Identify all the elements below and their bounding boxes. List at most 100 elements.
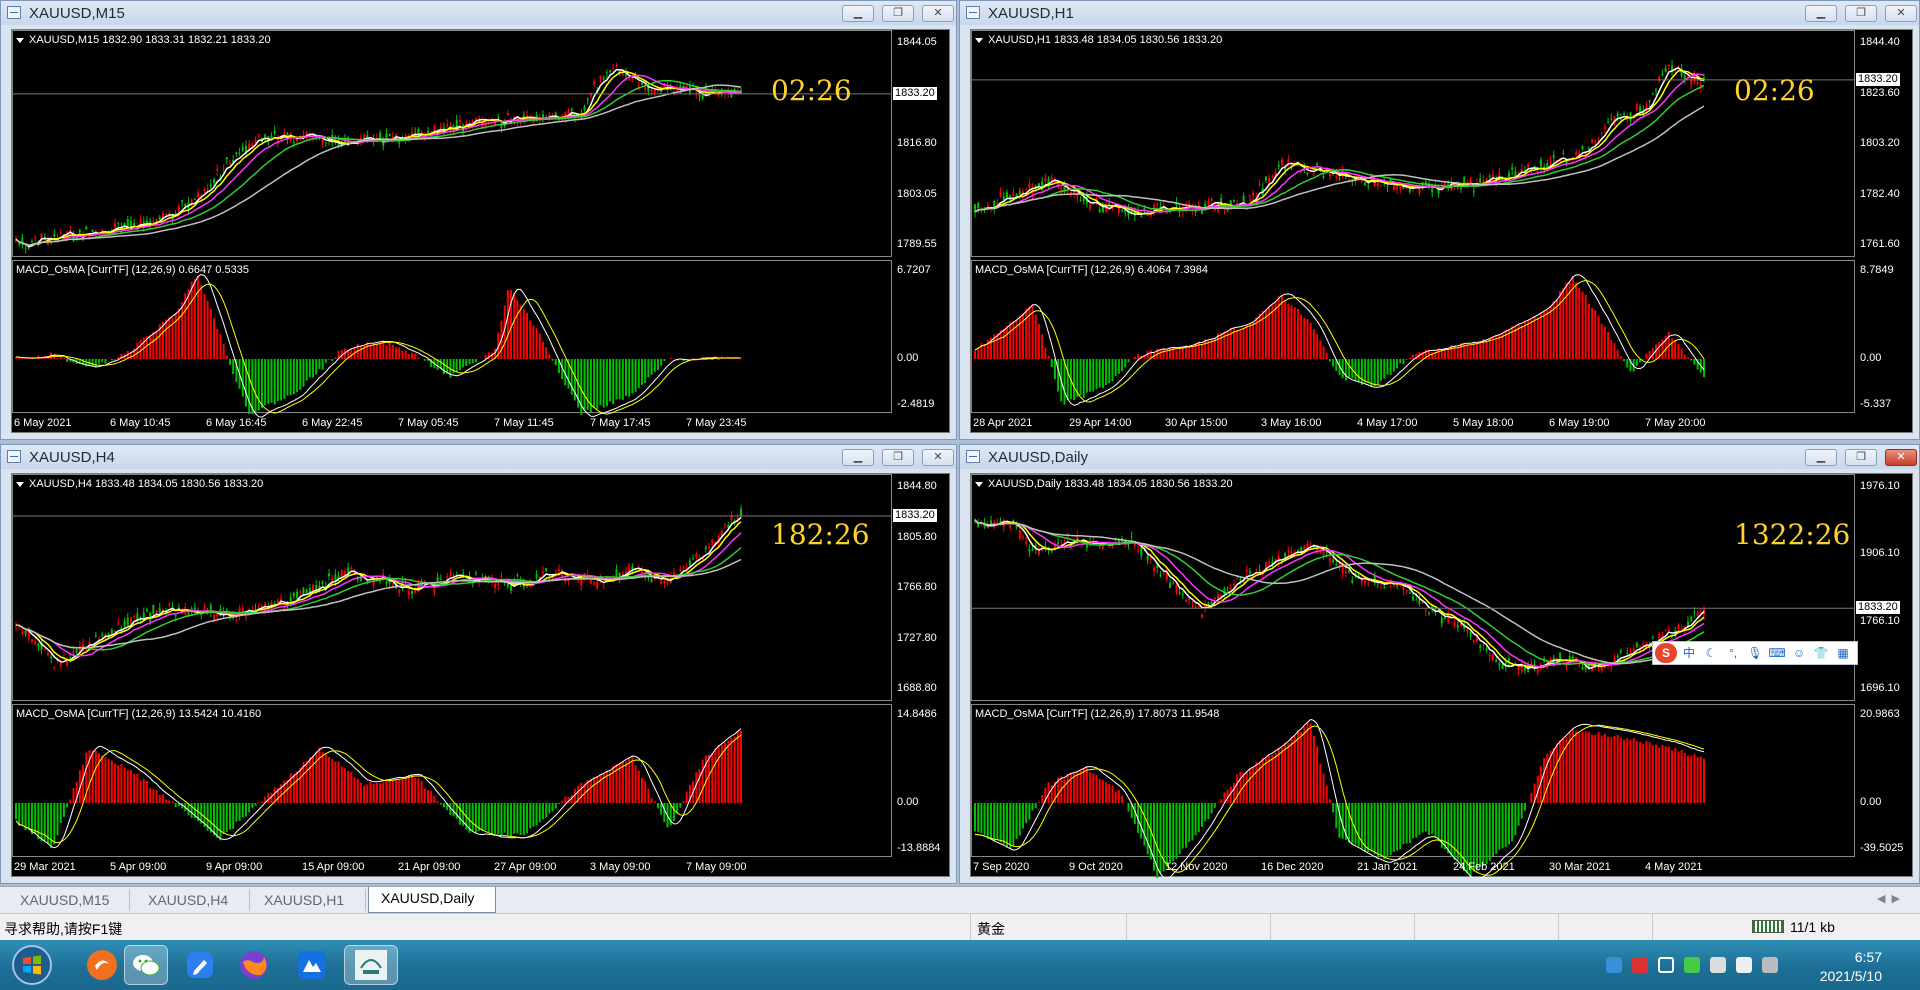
- close-button[interactable]: ✕: [922, 449, 954, 466]
- candle-body: [1021, 536, 1024, 538]
- maximize-button[interactable]: ❐: [1845, 449, 1877, 466]
- macd-histogram-bar: [980, 803, 983, 834]
- candle-body: [216, 168, 219, 171]
- window-titlebar[interactable]: XAUUSD,M15 ▁ ❐ ✕: [1, 1, 956, 25]
- window-titlebar[interactable]: XAUUSD,H1 ▁ ❐ ✕: [960, 1, 1919, 25]
- macd-histogram-bar: [1089, 359, 1092, 392]
- candle-body: [238, 152, 241, 154]
- taskbar-firefox[interactable]: [232, 945, 276, 985]
- macd-histogram-bar: [548, 354, 551, 359]
- taskbar-clock[interactable]: 6:57 2021/5/10: [1820, 948, 1882, 986]
- price-axis-label: 1816.80: [897, 137, 937, 149]
- keyboard-icon[interactable]: ⌨: [1767, 643, 1787, 663]
- chart-window-h1[interactable]: XAUUSD,H1 ▁ ❐ ✕ XAUUSD,H1 1833.48 1834.05…: [959, 0, 1920, 440]
- candle-body: [1169, 582, 1172, 588]
- candle-body: [296, 591, 299, 598]
- candle-body: [248, 143, 251, 150]
- macd-histogram-bar: [347, 770, 350, 803]
- tab-xauusd-m15[interactable]: XAUUSD,M15: [8, 889, 130, 911]
- chart-window-h4[interactable]: XAUUSD,H4 ▁ ❐ ✕ XAUUSD,H4 1833.48 1834.05…: [0, 444, 957, 884]
- collapse-arrow-icon[interactable]: [16, 481, 24, 487]
- candle-body: [152, 604, 155, 614]
- tab-xauusd-h1[interactable]: XAUUSD,H1: [252, 889, 366, 911]
- tray-app-icon[interactable]: [1606, 957, 1622, 973]
- collapse-arrow-icon[interactable]: [16, 37, 24, 43]
- chart-area[interactable]: XAUUSD,Daily 1833.48 1834.05 1830.56 183…: [970, 473, 1913, 878]
- macd-histogram-bar: [1018, 803, 1021, 836]
- window-titlebar[interactable]: XAUUSD,H4 ▁ ❐ ✕: [1, 445, 956, 469]
- macd-histogram-bar: [1226, 332, 1229, 359]
- tray-keyboard-icon[interactable]: [1762, 957, 1778, 973]
- chart-area[interactable]: XAUUSD,H1 1833.48 1834.05 1830.56 1833.2…: [970, 29, 1913, 433]
- window-titlebar[interactable]: XAUUSD,Daily ▁ ❐ ✕: [960, 445, 1919, 469]
- taskbar-lark[interactable]: [290, 945, 334, 985]
- candle-body: [510, 585, 513, 591]
- candle-body: [27, 248, 30, 250]
- minimize-button[interactable]: ▁: [1805, 449, 1837, 466]
- moon-icon[interactable]: ☾: [1701, 643, 1721, 663]
- macd-histogram-bar: [1408, 357, 1411, 359]
- macd-histogram-bar: [1626, 359, 1629, 368]
- macd-histogram-bar: [398, 779, 401, 803]
- candle-body: [516, 575, 519, 577]
- maximize-button[interactable]: ❐: [882, 449, 914, 466]
- macd-histogram-bar: [1619, 356, 1622, 359]
- start-button[interactable]: [8, 942, 56, 988]
- close-button[interactable]: ✕: [922, 5, 954, 22]
- macd-histogram-bar: [506, 290, 509, 359]
- skin-icon[interactable]: 👕: [1811, 643, 1831, 663]
- candle-body: [583, 106, 586, 111]
- macd-histogram-bar: [257, 802, 260, 803]
- maximize-button[interactable]: ❐: [1845, 5, 1877, 22]
- tray-shield-icon[interactable]: [1658, 957, 1674, 973]
- sogou-ime-logo[interactable]: S: [1655, 643, 1677, 663]
- close-button[interactable]: ✕: [1885, 449, 1917, 466]
- macd-histogram-bar: [628, 359, 631, 397]
- maximize-button[interactable]: ❐: [882, 5, 914, 22]
- microphone-icon[interactable]: 🎙: [1745, 643, 1765, 663]
- macd-histogram-bar: [1504, 329, 1507, 359]
- minimize-button[interactable]: ▁: [842, 449, 874, 466]
- taskbar-notes[interactable]: [178, 945, 222, 985]
- taskbar-wechat[interactable]: [124, 945, 168, 985]
- minimize-button[interactable]: ▁: [1805, 5, 1837, 22]
- tray-network-icon[interactable]: [1710, 957, 1726, 973]
- candle-body: [1658, 76, 1661, 82]
- minimize-button[interactable]: ▁: [842, 5, 874, 22]
- candle-body: [541, 571, 544, 574]
- chart-area[interactable]: XAUUSD,M15 1832.90 1833.31 1832.21 1833.…: [11, 29, 950, 433]
- tab-xauusd-h4[interactable]: XAUUSD,H4: [136, 889, 250, 911]
- tray-wechat-icon[interactable]: [1684, 957, 1700, 973]
- macd-histogram-bar: [1098, 359, 1101, 388]
- ime-mode-chinese[interactable]: 中: [1679, 643, 1699, 663]
- collapse-arrow-icon[interactable]: [975, 481, 983, 487]
- chart-area[interactable]: XAUUSD,H4 1833.48 1834.05 1830.56 1833.2…: [11, 473, 950, 877]
- candle-body: [1031, 548, 1034, 551]
- ime-toolbar[interactable]: S 中 ☾ °, 🎙 ⌨ ☺ 👕 ▦: [1652, 641, 1858, 665]
- toolbox-icon[interactable]: ▦: [1833, 643, 1853, 663]
- price-axis-label: 1761.60: [1860, 238, 1900, 250]
- macd-histogram-bar: [1635, 359, 1638, 366]
- macd-indicator-label: MACD_OsMA [CurrTF] (12,26,9) 6.4064 7.39…: [975, 264, 1208, 276]
- collapse-arrow-icon[interactable]: [975, 37, 983, 43]
- tab-xauusd-daily[interactable]: XAUUSD,Daily: [368, 887, 496, 913]
- macd-histogram-bar: [1475, 342, 1478, 359]
- taskbar-app-orange[interactable]: [80, 945, 124, 985]
- macd-histogram-bar: [430, 791, 433, 803]
- candle-body: [1028, 548, 1031, 552]
- close-button[interactable]: ✕: [1885, 5, 1917, 22]
- taskbar-trading-terminal[interactable]: [344, 945, 398, 985]
- chart-window-m15[interactable]: XAUUSD,M15 ▁ ❐ ✕ XAUUSD,M15 1832.90 1833.…: [0, 0, 957, 440]
- macd-histogram-bar: [142, 778, 145, 803]
- punctuation-icon[interactable]: °,: [1723, 643, 1743, 663]
- macd-histogram-bar: [1348, 359, 1351, 378]
- tab-scroll-arrows[interactable]: ◀ ▶: [1877, 892, 1900, 905]
- macd-histogram-bar: [1284, 301, 1287, 359]
- price-axis-label: 1906.10: [1860, 547, 1900, 560]
- macd-histogram-bar: [1453, 803, 1456, 860]
- user-icon[interactable]: ☺: [1789, 643, 1809, 663]
- macd-histogram-bar: [139, 780, 142, 803]
- price-axis-label: 1803.05: [897, 187, 937, 200]
- tray-wps-icon[interactable]: [1632, 957, 1648, 973]
- tray-volume-muted-icon[interactable]: [1736, 957, 1752, 973]
